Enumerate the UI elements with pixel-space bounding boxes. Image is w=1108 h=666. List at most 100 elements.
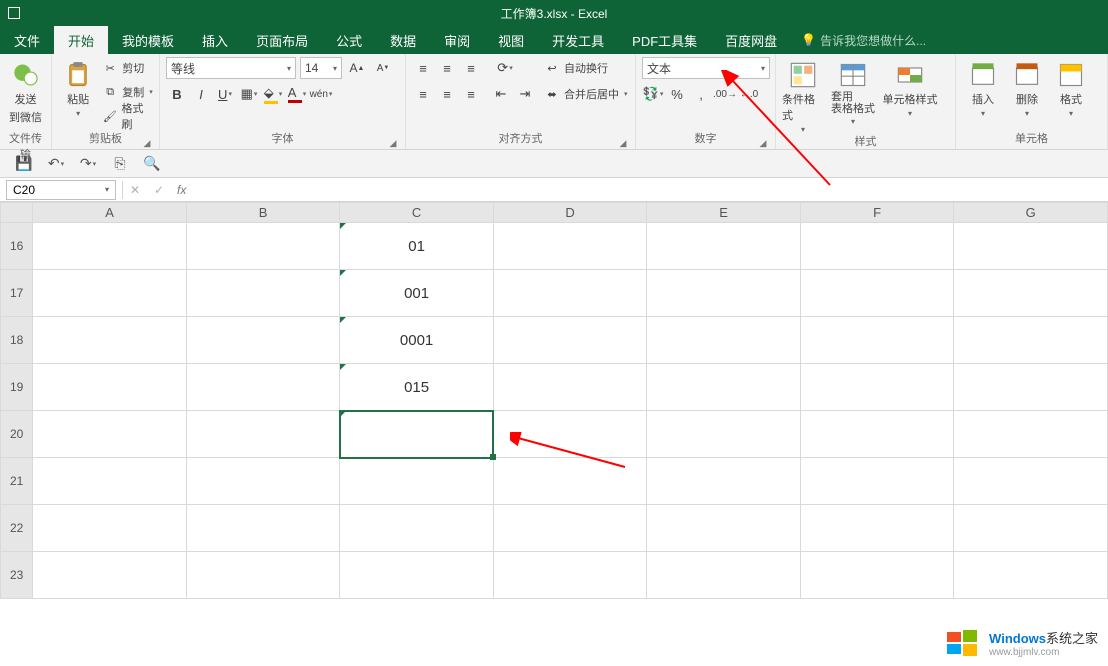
tab-pagelayout[interactable]: 页面布局 bbox=[242, 26, 322, 54]
tab-pdf[interactable]: PDF工具集 bbox=[618, 26, 711, 54]
col-header-G[interactable]: G bbox=[954, 203, 1108, 223]
tab-mytemplates[interactable]: 我的模板 bbox=[108, 26, 188, 54]
decrease-decimal-button[interactable]: ←.0 bbox=[738, 83, 760, 105]
row-header-16[interactable]: 16 bbox=[1, 223, 33, 270]
font-size-combo[interactable]: 14▾ bbox=[300, 57, 342, 79]
cell-F22[interactable] bbox=[800, 505, 954, 552]
cell-E18[interactable] bbox=[647, 317, 801, 364]
row-header-21[interactable]: 21 bbox=[1, 458, 33, 505]
cell-A17[interactable] bbox=[33, 270, 187, 317]
cell-B22[interactable] bbox=[186, 505, 340, 552]
fill-color-button[interactable]: ⬙▾ bbox=[262, 83, 284, 105]
row-header-23[interactable]: 23 bbox=[1, 552, 33, 599]
name-box[interactable]: C20▾ bbox=[6, 180, 116, 200]
cell-B21[interactable] bbox=[186, 458, 340, 505]
decrease-font-button[interactable]: A▼ bbox=[372, 57, 394, 79]
insert-cells-button[interactable]: 插入▾ bbox=[962, 57, 1004, 118]
cell-E19[interactable] bbox=[647, 364, 801, 411]
cell-C18[interactable]: 0001 bbox=[340, 317, 494, 364]
cell-B20[interactable] bbox=[186, 411, 340, 458]
cell-F19[interactable] bbox=[800, 364, 954, 411]
phonetic-button[interactable]: wén▾ bbox=[310, 83, 332, 105]
decrease-indent-button[interactable]: ⇤ bbox=[490, 83, 512, 105]
format-cells-button[interactable]: 格式▾ bbox=[1050, 57, 1092, 118]
row-header-22[interactable]: 22 bbox=[1, 505, 33, 552]
fx-icon[interactable]: fx bbox=[171, 183, 192, 197]
number-dialog-launcher[interactable]: ◢ bbox=[757, 135, 769, 147]
cell-styles-button[interactable]: 单元格样式▾ bbox=[882, 57, 938, 118]
row-header-18[interactable]: 18 bbox=[1, 317, 33, 364]
underline-button[interactable]: U▾ bbox=[214, 83, 236, 105]
align-bottom-button[interactable]: ≡ bbox=[460, 57, 482, 79]
cell-A16[interactable] bbox=[33, 223, 187, 270]
cell-A22[interactable] bbox=[33, 505, 187, 552]
paste-button[interactable]: 粘贴 ▾ bbox=[58, 57, 98, 118]
cell-D22[interactable] bbox=[493, 505, 647, 552]
cut-button[interactable]: ✂剪切 bbox=[102, 57, 153, 79]
cell-F17[interactable] bbox=[800, 270, 954, 317]
italic-button[interactable]: I bbox=[190, 83, 212, 105]
cell-C19[interactable]: 015 bbox=[340, 364, 494, 411]
row-header-17[interactable]: 17 bbox=[1, 270, 33, 317]
cell-D21[interactable] bbox=[493, 458, 647, 505]
font-name-combo[interactable]: 等线▾ bbox=[166, 57, 296, 79]
cell-B17[interactable] bbox=[186, 270, 340, 317]
cell-G22[interactable] bbox=[954, 505, 1108, 552]
col-header-D[interactable]: D bbox=[493, 203, 647, 223]
percent-format-button[interactable]: % bbox=[666, 83, 688, 105]
cell-G18[interactable] bbox=[954, 317, 1108, 364]
cell-F20[interactable] bbox=[800, 411, 954, 458]
tab-developer[interactable]: 开发工具 bbox=[538, 26, 618, 54]
format-painter-button[interactable]: 🖌格式刷 bbox=[102, 105, 153, 127]
tab-home[interactable]: 开始 bbox=[54, 26, 108, 54]
tab-insert[interactable]: 插入 bbox=[188, 26, 242, 54]
cell-B16[interactable] bbox=[186, 223, 340, 270]
col-header-C[interactable]: C bbox=[340, 203, 494, 223]
increase-decimal-button[interactable]: .00→ bbox=[714, 83, 736, 105]
qat-btn-2[interactable]: 🔍 bbox=[142, 154, 162, 174]
cell-C17[interactable]: 001 bbox=[340, 270, 494, 317]
cell-C16[interactable]: 01 bbox=[340, 223, 494, 270]
row-header-20[interactable]: 20 bbox=[1, 411, 33, 458]
cell-E20[interactable] bbox=[647, 411, 801, 458]
border-button[interactable]: ▦▾ bbox=[238, 83, 260, 105]
redo-button[interactable]: ↷▾ bbox=[78, 154, 98, 174]
send-to-wechat-button[interactable]: 发送 到微信 bbox=[6, 57, 45, 125]
cell-A21[interactable] bbox=[33, 458, 187, 505]
cell-C21[interactable] bbox=[340, 458, 494, 505]
cell-E21[interactable] bbox=[647, 458, 801, 505]
cell-D19[interactable] bbox=[493, 364, 647, 411]
cell-E23[interactable] bbox=[647, 552, 801, 599]
cell-G21[interactable] bbox=[954, 458, 1108, 505]
cell-F23[interactable] bbox=[800, 552, 954, 599]
col-header-B[interactable]: B bbox=[186, 203, 340, 223]
col-header-A[interactable]: A bbox=[33, 203, 187, 223]
cell-G20[interactable] bbox=[954, 411, 1108, 458]
formula-input[interactable] bbox=[192, 180, 1108, 200]
cell-D23[interactable] bbox=[493, 552, 647, 599]
bold-button[interactable]: B bbox=[166, 83, 188, 105]
cell-G16[interactable] bbox=[954, 223, 1108, 270]
tell-me[interactable]: 💡 告诉我您想做什么... bbox=[801, 26, 926, 54]
merge-center-button[interactable]: ⬌合并后居中▾ bbox=[544, 83, 628, 105]
cell-A20[interactable] bbox=[33, 411, 187, 458]
cell-D18[interactable] bbox=[493, 317, 647, 364]
cell-A18[interactable] bbox=[33, 317, 187, 364]
align-middle-button[interactable]: ≡ bbox=[436, 57, 458, 79]
cancel-formula-button[interactable]: ✕ bbox=[123, 183, 147, 197]
number-format-combo[interactable]: 文本▾ bbox=[642, 57, 770, 79]
cell-C20[interactable] bbox=[340, 411, 494, 458]
cell-G17[interactable] bbox=[954, 270, 1108, 317]
cell-E22[interactable] bbox=[647, 505, 801, 552]
cell-A19[interactable] bbox=[33, 364, 187, 411]
align-dialog-launcher[interactable]: ◢ bbox=[617, 135, 629, 147]
col-header-F[interactable]: F bbox=[800, 203, 954, 223]
tab-data[interactable]: 数据 bbox=[376, 26, 430, 54]
align-top-button[interactable]: ≡ bbox=[412, 57, 434, 79]
tab-view[interactable]: 视图 bbox=[484, 26, 538, 54]
wrap-text-button[interactable]: ↩自动换行 bbox=[544, 57, 628, 79]
increase-indent-button[interactable]: ⇥ bbox=[514, 83, 536, 105]
spreadsheet-grid[interactable]: ABCDEFG1601170011800011901520212223 bbox=[0, 202, 1108, 666]
undo-button[interactable]: ↶▾ bbox=[46, 154, 66, 174]
cell-G23[interactable] bbox=[954, 552, 1108, 599]
